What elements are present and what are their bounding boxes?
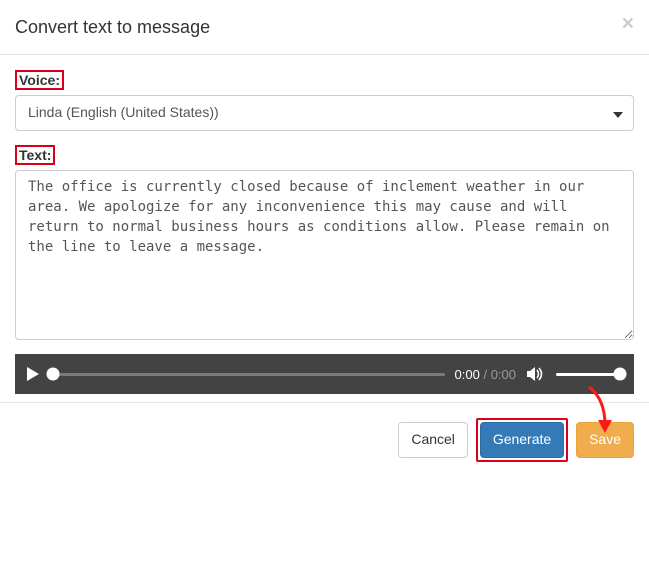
save-button[interactable]: Save <box>576 422 634 458</box>
dialog-body: Voice: Linda (English (United States)) T… <box>0 55 649 402</box>
time-total: 0:00 <box>491 367 516 382</box>
text-input[interactable]: The office is currently closed because o… <box>15 170 634 340</box>
voice-field-group: Voice: Linda (English (United States)) <box>15 70 634 131</box>
progress-thumb[interactable] <box>47 368 60 381</box>
voice-select-wrap: Linda (English (United States)) <box>15 95 634 131</box>
dialog-title: Convert text to message <box>15 15 634 40</box>
audio-player: 0:00 / 0:00 <box>15 354 634 394</box>
text-label: Text: <box>15 145 55 165</box>
convert-text-dialog: Convert text to message × Voice: Linda (… <box>0 0 649 477</box>
generate-highlight: Generate <box>476 418 568 462</box>
text-field-group: Text: The office is currently closed bec… <box>15 145 634 340</box>
voice-label: Voice: <box>15 70 64 90</box>
voice-select[interactable]: Linda (English (United States)) <box>15 95 634 131</box>
progress-slider[interactable] <box>53 373 445 376</box>
play-icon[interactable] <box>27 367 39 381</box>
cancel-button[interactable]: Cancel <box>398 422 468 458</box>
volume-icon[interactable] <box>526 366 546 382</box>
dialog-header: Convert text to message × <box>0 0 649 55</box>
time-current: 0:00 <box>455 367 480 382</box>
close-icon[interactable]: × <box>622 13 634 34</box>
dialog-footer: Cancel Generate Save <box>0 402 649 477</box>
time-display: 0:00 / 0:00 <box>455 367 516 382</box>
volume-slider[interactable] <box>556 373 620 376</box>
time-separator: / <box>480 367 491 382</box>
volume-thumb[interactable] <box>614 368 627 381</box>
generate-button[interactable]: Generate <box>480 422 564 458</box>
